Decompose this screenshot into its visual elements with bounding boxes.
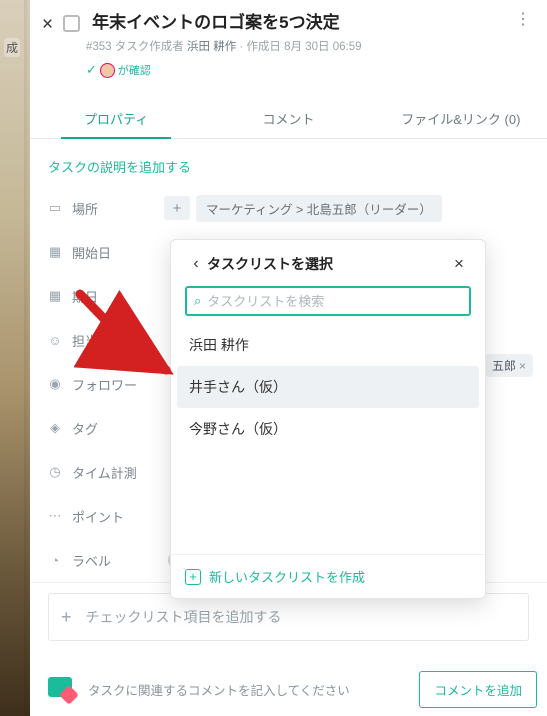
- add-checklist-item[interactable]: + チェックリスト項目を追加する: [48, 593, 529, 641]
- more-menu-icon[interactable]: ⋮: [511, 12, 535, 28]
- creator-prefix: タスク作成者: [115, 41, 184, 53]
- checklist-placeholder: チェックリスト項目を追加する: [86, 607, 282, 627]
- time-label: タイム計測: [72, 463, 164, 482]
- confirm-label: が確認: [118, 62, 151, 78]
- close-icon[interactable]: ×: [42, 15, 53, 35]
- background-sidebar-fragment: 成: [4, 38, 20, 57]
- due-date-label: 期日: [72, 287, 164, 306]
- location-label: 場所: [72, 199, 164, 218]
- assignee-label: 担当者: [72, 331, 164, 350]
- folder-icon: ▭: [48, 200, 62, 216]
- popover-title: タスクリストを選択: [207, 254, 447, 274]
- calendar-icon: ▦: [48, 244, 62, 260]
- created-value: 8月 30日 06:59: [284, 41, 361, 53]
- person-icon: ☺: [48, 333, 62, 348]
- create-tasklist-link[interactable]: + 新しいタスクリストを作成: [171, 554, 485, 598]
- dots-icon: ⋯: [48, 508, 62, 524]
- add-description-link[interactable]: タスクの説明を追加する: [48, 139, 529, 186]
- tag-label: タグ: [72, 419, 164, 438]
- creator-name: 浜田 耕作: [187, 41, 236, 53]
- assignee-chip-text: 五郎: [492, 357, 516, 374]
- tab-properties[interactable]: プロパティ: [30, 98, 202, 138]
- label-icon: ◔: [48, 553, 62, 568]
- color-label-label: ラベル: [72, 551, 164, 570]
- tab-files[interactable]: ファイル&リンク (0): [375, 98, 547, 138]
- stopwatch-icon: ◷: [48, 464, 62, 480]
- location-breadcrumb[interactable]: マーケティング > 北島五郎（リーダー）: [196, 195, 442, 222]
- footer-bar: タスクに関連するコメントを記入してください コメントを追加: [48, 671, 537, 708]
- comment-heart-icon: [48, 677, 78, 703]
- popover-item[interactable]: 今野さん（仮）: [177, 408, 479, 450]
- plus-icon: +: [61, 608, 72, 626]
- popover-search[interactable]: ⌕: [185, 286, 471, 316]
- eye-icon: ◉: [48, 376, 62, 392]
- add-comment-button[interactable]: コメントを追加: [419, 671, 537, 708]
- add-location-button[interactable]: +: [164, 196, 190, 220]
- create-tasklist-label: 新しいタスクリストを作成: [209, 567, 365, 586]
- created-prefix: 作成日: [246, 41, 281, 53]
- tasklist-popover: ‹ タスクリストを選択 × ⌕ 浜田 耕作井手さん（仮）今野さん（仮） + 新し…: [170, 239, 486, 599]
- footer-hint: タスクに関連するコメントを記入してください: [88, 680, 409, 699]
- tab-comments[interactable]: コメント: [202, 98, 374, 138]
- search-icon: ⌕: [194, 293, 201, 309]
- search-input[interactable]: [207, 294, 462, 309]
- follower-label: フォロワー: [72, 375, 164, 394]
- popover-item[interactable]: 井手さん（仮）: [177, 366, 479, 408]
- plus-box-icon: +: [185, 569, 201, 585]
- panel-header: × 年末イベントのロゴ案を5つ決定 ⋮ #353 タスク作成者 浜田 耕作 · …: [30, 0, 547, 84]
- confirm-row: ✓ が確認: [86, 62, 535, 78]
- back-icon[interactable]: ‹: [185, 255, 207, 273]
- avatar-icon: [100, 63, 115, 78]
- popover-spacer: [171, 454, 485, 554]
- tag-icon: ◈: [48, 420, 62, 436]
- popover-item[interactable]: 浜田 耕作: [177, 324, 479, 366]
- task-number: #353: [86, 41, 112, 53]
- row-location: ▭ 場所 + マーケティング > 北島五郎（リーダー）: [48, 186, 529, 230]
- complete-checkbox[interactable]: [63, 15, 80, 32]
- close-icon[interactable]: ×: [447, 254, 471, 274]
- calendar-icon: ▦: [48, 288, 62, 304]
- tab-bar: プロパティ コメント ファイル&リンク (0): [30, 98, 547, 139]
- remove-chip-icon[interactable]: ×: [519, 359, 526, 373]
- start-date-label: 開始日: [72, 243, 164, 262]
- check-icon: ✓: [86, 62, 97, 78]
- popover-list: 浜田 耕作井手さん（仮）今野さん（仮）: [171, 324, 485, 454]
- assignee-chip-partial[interactable]: 五郎 ×: [485, 354, 533, 377]
- task-meta: #353 タスク作成者 浜田 耕作 · 作成日 8月 30日 06:59: [86, 38, 535, 54]
- points-label: ポイント: [72, 507, 164, 526]
- task-title: 年末イベントのロゴ案を5つ決定: [92, 12, 511, 34]
